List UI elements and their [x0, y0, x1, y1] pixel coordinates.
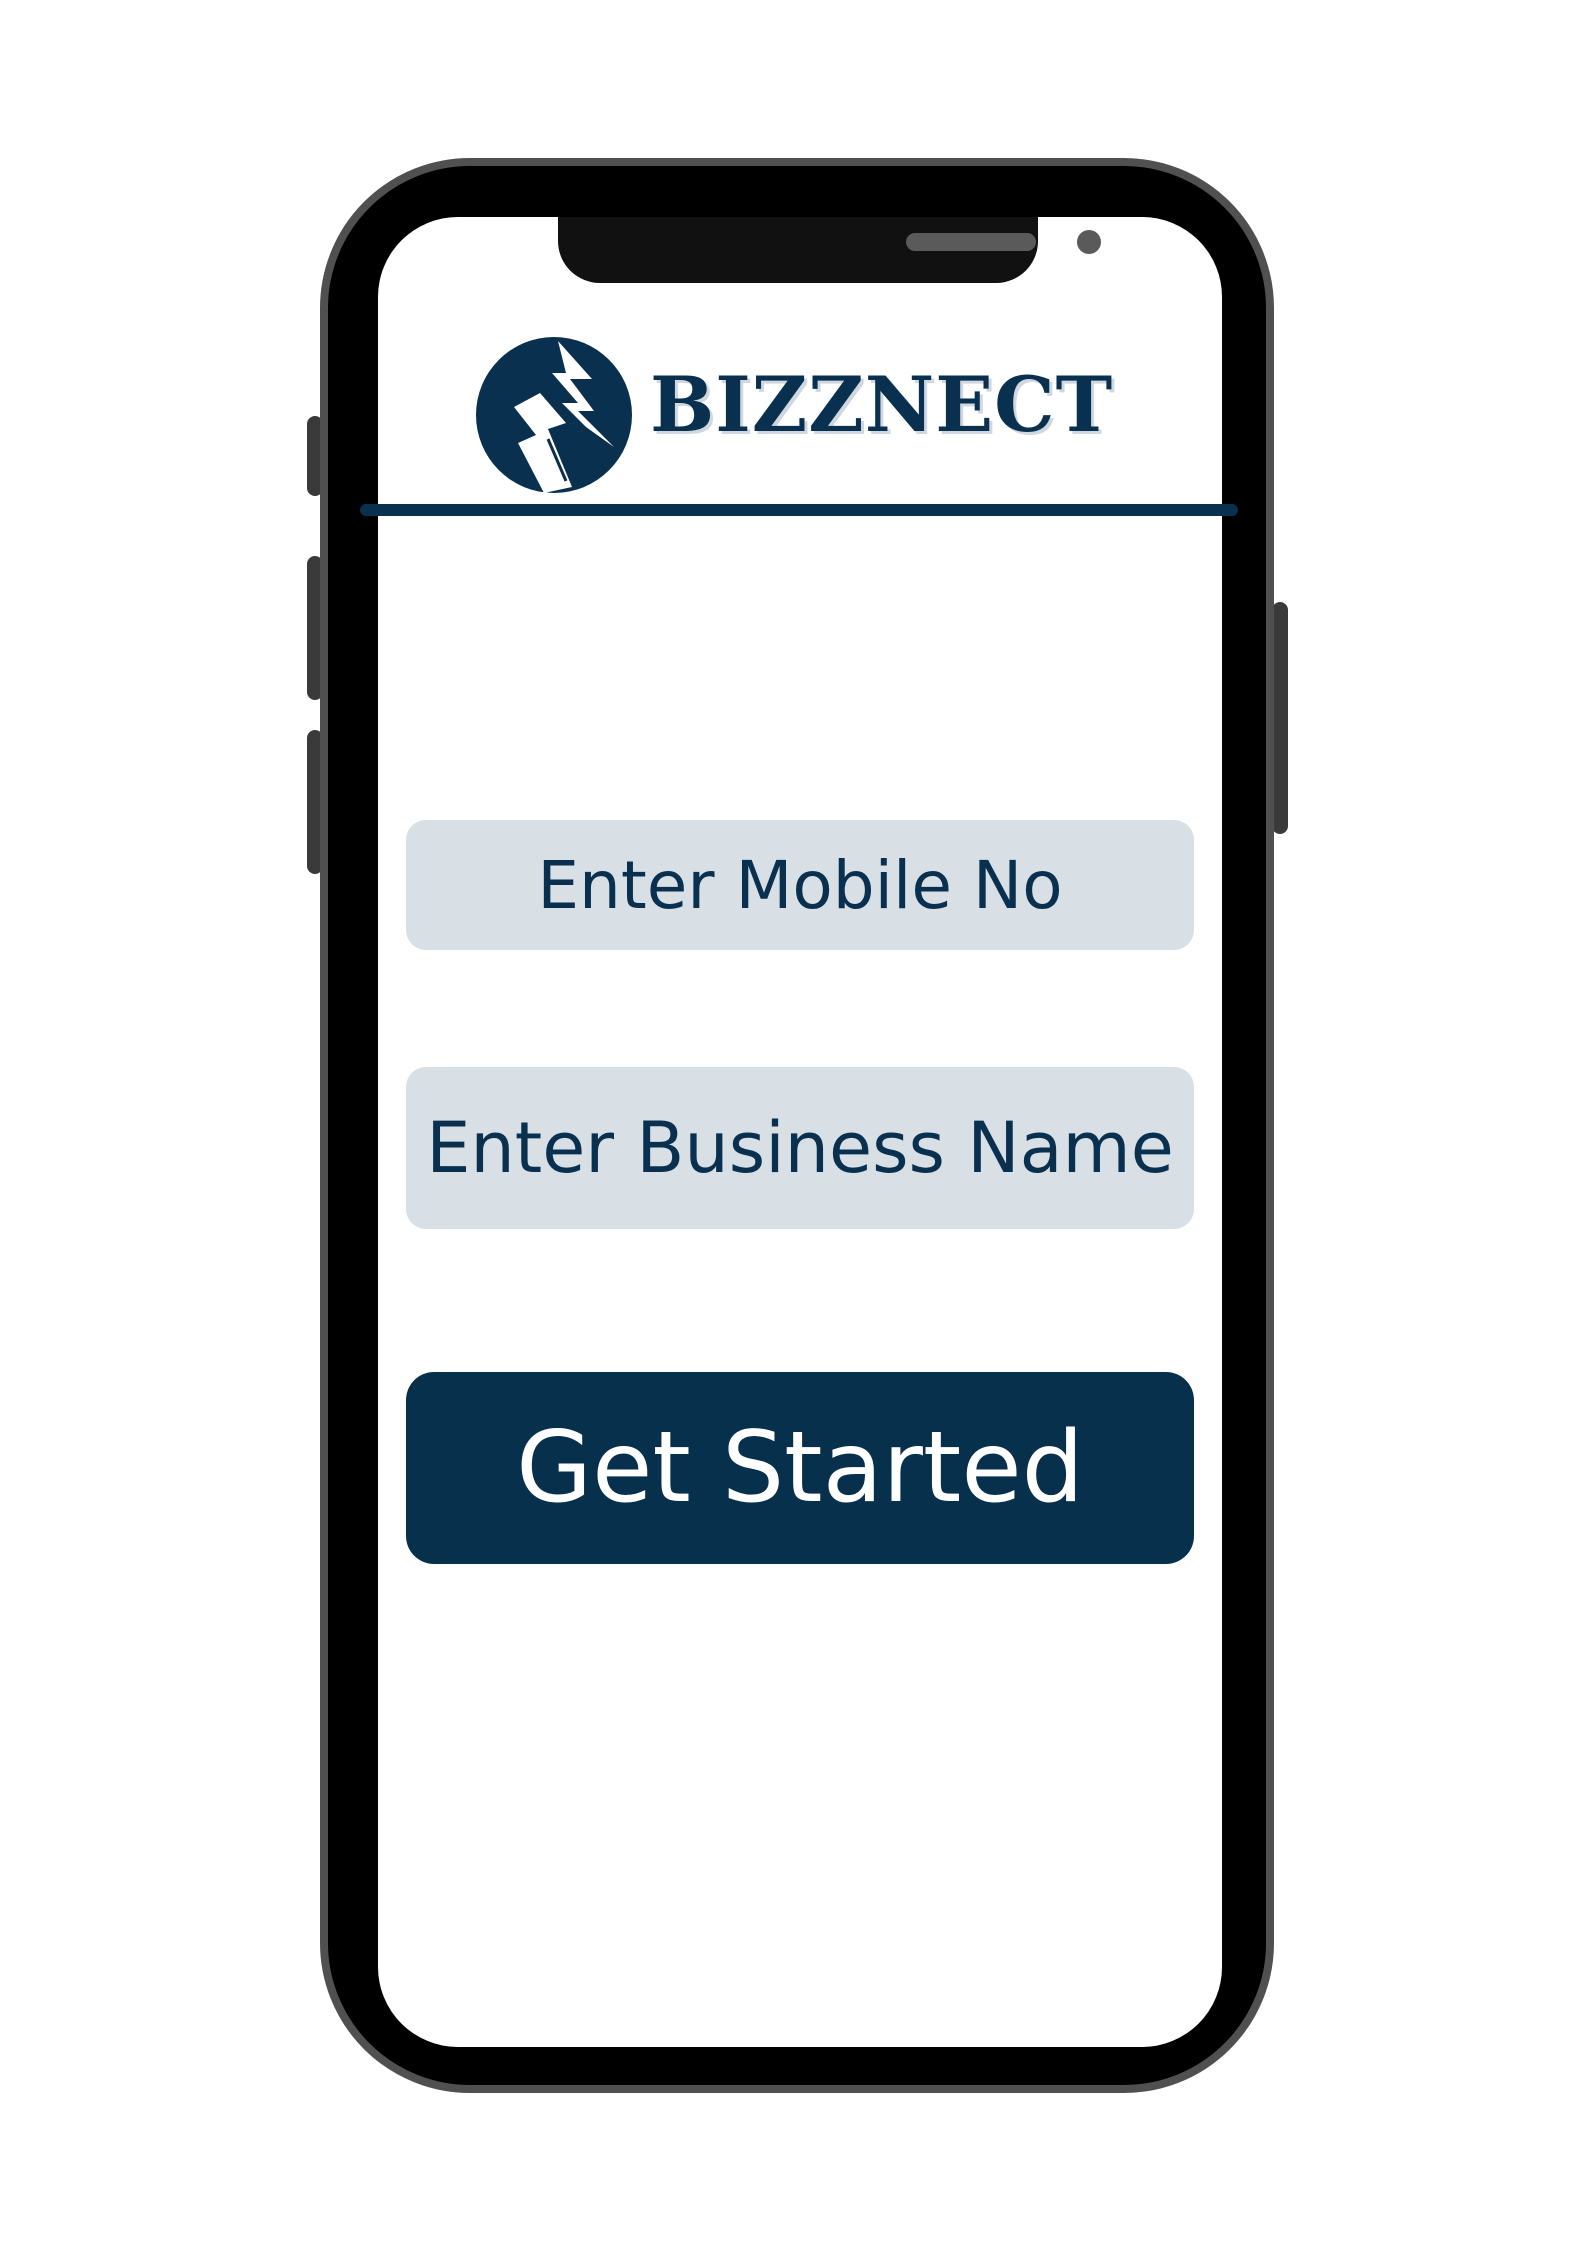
- header-divider: [360, 504, 1238, 516]
- brand-name: BIZZNECT: [650, 360, 1114, 449]
- power-button: [1272, 602, 1288, 834]
- business-name-input[interactable]: Enter Business Name: [406, 1067, 1194, 1229]
- phone-screen: BIZZNECT Enter Mobile No Enter Business …: [378, 217, 1222, 2047]
- front-camera: [1077, 230, 1101, 254]
- phone-notch: [558, 217, 1101, 283]
- speaker-grille: [906, 233, 1036, 251]
- bizznect-arrow-logo-icon: [476, 337, 632, 493]
- get-started-button[interactable]: Get Started: [406, 1372, 1194, 1564]
- brand-logo: BIZZNECT: [474, 335, 1114, 495]
- mobile-number-input[interactable]: Enter Mobile No: [406, 820, 1194, 950]
